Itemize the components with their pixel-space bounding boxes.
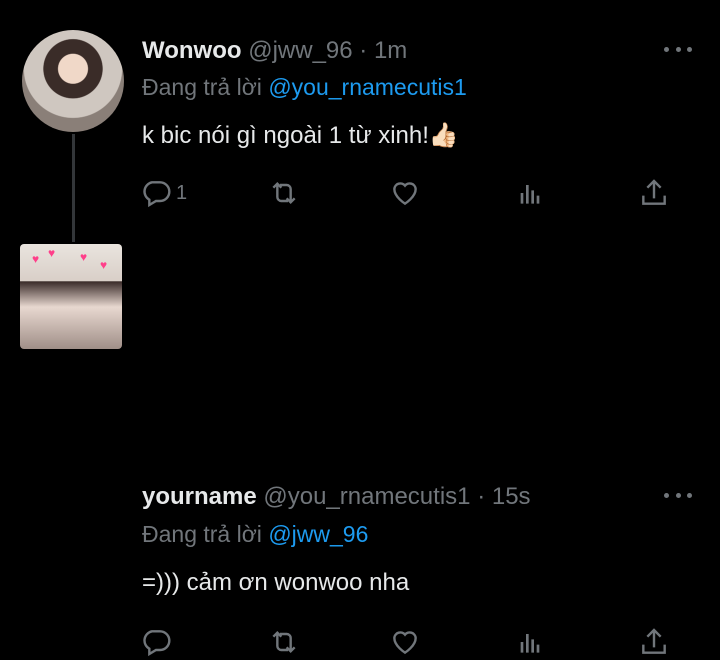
tweet[interactable]: Wonwoo @jww_96 · 1m Đang trả lời @you_rn… <box>0 0 720 242</box>
like-icon <box>393 631 417 655</box>
mention-link[interactable]: @jww_96 <box>268 521 368 547</box>
tweet-text: k bic nói gì ngoài 1 từ xinh!👍🏻 <box>142 122 459 149</box>
retweet-icon <box>272 630 296 654</box>
tweet-actions: 1 <box>140 177 700 211</box>
display-name[interactable]: yourname <box>142 483 257 510</box>
thread-connector-line <box>72 134 75 242</box>
avatar[interactable]: ♥ ♥ ♥ ♥ <box>20 244 122 349</box>
reply-button[interactable] <box>140 626 176 658</box>
reply-icon <box>143 630 171 657</box>
replying-to: Đang trả lời @jww_96 <box>142 521 368 548</box>
retweet-icon <box>272 181 296 205</box>
replying-to-label: Đang trả lời <box>142 521 262 547</box>
retweet-button[interactable] <box>268 626 300 658</box>
like-button[interactable] <box>389 626 421 658</box>
timestamp[interactable]: 1m <box>374 37 407 64</box>
analytics-icon <box>520 634 540 653</box>
analytics-icon <box>520 185 540 204</box>
more-icon[interactable] <box>664 47 692 55</box>
more-icon[interactable] <box>664 493 692 501</box>
tweet-header: Wonwoo @jww_96 · 1m <box>142 37 407 65</box>
avatar[interactable] <box>22 30 124 132</box>
share-icon <box>642 179 666 205</box>
reply-button[interactable]: 1 <box>140 177 187 209</box>
share-button[interactable] <box>638 626 670 658</box>
mention-link[interactable]: @you_rnamecutis1 <box>268 74 467 100</box>
tweet-text: =))) cảm ơn wonwoo nha <box>142 569 410 596</box>
reply-count: 1 <box>176 181 188 204</box>
replying-to-label: Đang trả lời <box>142 74 262 100</box>
analytics-button[interactable] <box>514 626 546 658</box>
reply-icon <box>143 181 171 208</box>
separator: · <box>477 483 486 510</box>
tweet-actions <box>140 626 700 660</box>
tweet-header: yourname @you_rnamecutis1 · 15s <box>142 483 531 511</box>
handle[interactable]: @you_rnamecutis1 <box>263 483 470 510</box>
replying-to: Đang trả lời @you_rnamecutis1 <box>142 74 467 101</box>
share-button[interactable] <box>638 177 670 209</box>
like-icon <box>393 182 417 206</box>
like-button[interactable] <box>389 177 421 209</box>
handle[interactable]: @jww_96 <box>248 37 352 64</box>
separator: · <box>359 37 368 64</box>
share-icon <box>642 628 666 654</box>
analytics-button[interactable] <box>514 177 546 209</box>
timestamp[interactable]: 15s <box>492 483 531 510</box>
retweet-button[interactable] <box>268 177 300 209</box>
display-name[interactable]: Wonwoo <box>142 37 242 64</box>
